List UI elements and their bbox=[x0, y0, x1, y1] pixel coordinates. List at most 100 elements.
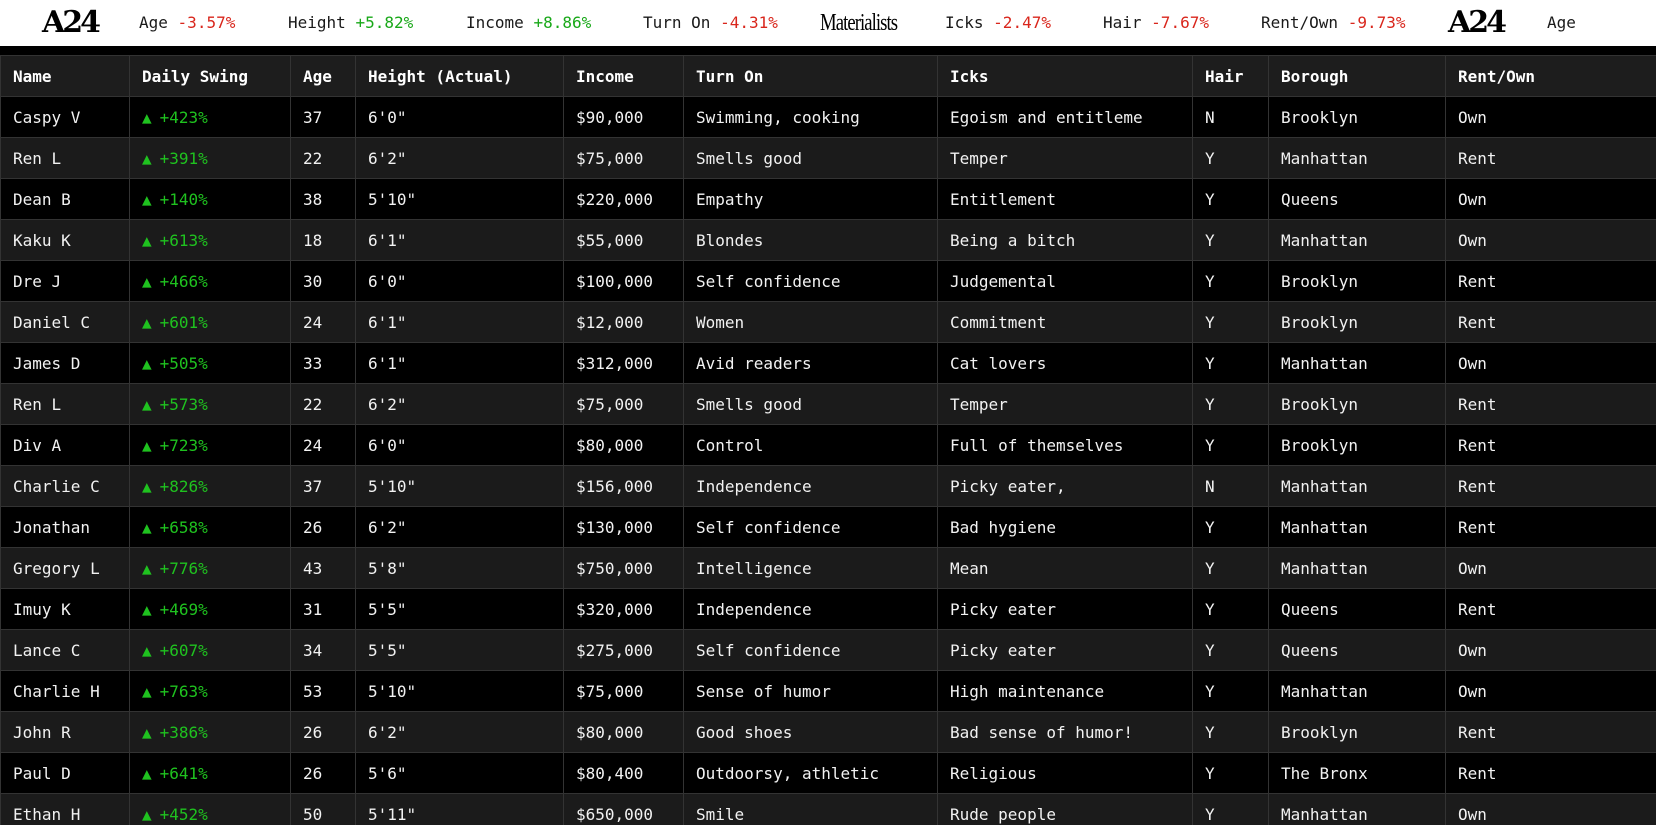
cell-name: Dean B bbox=[0, 178, 130, 220]
table-row: Ethan H ▲ +452% 50 5'11" $650,000 Smile Rude pe… bbox=[0, 793, 1656, 825]
cell-rent-own: Rent bbox=[1445, 424, 1656, 466]
cell-hair: Y bbox=[1192, 219, 1269, 261]
cell-turn-on: Independence bbox=[683, 465, 938, 507]
cell-borough: Queens bbox=[1268, 629, 1446, 671]
cell-income: $55,000 bbox=[563, 219, 684, 261]
table-row: Paul D ▲ +641% 26 5'6" $80,400 Outdoorsy, athl… bbox=[0, 752, 1656, 794]
cell-height: 6'2" bbox=[355, 383, 564, 425]
cell-icks: Temper bbox=[937, 383, 1193, 425]
cell-icks: High maintenance bbox=[937, 670, 1193, 712]
cell-height: 6'2" bbox=[355, 137, 564, 179]
cell-height: 5'5" bbox=[355, 629, 564, 671]
up-triangle-icon: ▲ bbox=[142, 599, 152, 619]
cell-daily-swing: ▲ +601% bbox=[129, 301, 291, 343]
column-header-name: Name bbox=[0, 55, 130, 97]
cell-turn-on: Sense of humor bbox=[683, 670, 938, 712]
data-table: Name Daily Swing Age Height (Actual) Income T… bbox=[0, 55, 1656, 825]
up-triangle-icon: ▲ bbox=[142, 640, 152, 660]
up-triangle-icon: ▲ bbox=[142, 476, 152, 496]
table-row: Kaku K ▲ +613% 18 6'1" $55,000 Blondes Being a … bbox=[0, 219, 1656, 261]
cell-hair: Y bbox=[1192, 588, 1269, 630]
ticker-label: Height bbox=[288, 13, 346, 32]
table-row: Gregory L ▲ +776% 43 5'8" $750,000 Intelligenc… bbox=[0, 547, 1656, 589]
cell-borough: Queens bbox=[1268, 588, 1446, 630]
table-row: John R ▲ +386% 26 6'2" $80,000 Good shoes Bad s… bbox=[0, 711, 1656, 753]
cell-daily-swing: ▲ +452% bbox=[129, 793, 291, 825]
cell-daily-swing: ▲ +423% bbox=[129, 96, 291, 138]
ticker-item-income: Income +8.86% bbox=[466, 0, 591, 46]
cell-icks: Egoism and entitleme bbox=[937, 96, 1193, 138]
cell-turn-on: Outdoorsy, athletic bbox=[683, 752, 938, 794]
swing-value: +391% bbox=[159, 148, 208, 168]
cell-icks: Judgemental bbox=[937, 260, 1193, 302]
cell-daily-swing: ▲ +776% bbox=[129, 547, 291, 589]
cell-height: 5'11" bbox=[355, 793, 564, 825]
column-header-daily-swing: Daily Swing bbox=[129, 55, 291, 97]
cell-hair: Y bbox=[1192, 506, 1269, 548]
cell-name: Caspy V bbox=[0, 96, 130, 138]
cell-turn-on: Self confidence bbox=[683, 260, 938, 302]
cell-daily-swing: ▲ +658% bbox=[129, 506, 291, 548]
cell-borough: Brooklyn bbox=[1268, 711, 1446, 753]
cell-hair: Y bbox=[1192, 178, 1269, 220]
cell-rent-own: Own bbox=[1445, 629, 1656, 671]
cell-rent-own: Own bbox=[1445, 96, 1656, 138]
cell-income: $650,000 bbox=[563, 793, 684, 825]
a24-logo: A24 bbox=[42, 5, 101, 40]
swing-value: +658% bbox=[159, 517, 208, 537]
cell-borough: Manhattan bbox=[1268, 137, 1446, 179]
cell-hair: Y bbox=[1192, 301, 1269, 343]
cell-rent-own: Rent bbox=[1445, 260, 1656, 302]
cell-icks: Temper bbox=[937, 137, 1193, 179]
cell-income: $12,000 bbox=[563, 301, 684, 343]
up-triangle-icon: ▲ bbox=[142, 189, 152, 209]
cell-name: Imuy K bbox=[0, 588, 130, 630]
cell-rent-own: Own bbox=[1445, 178, 1656, 220]
up-triangle-icon: ▲ bbox=[142, 148, 152, 168]
ticker-value: -2.47% bbox=[993, 13, 1051, 32]
cell-height: 5'10" bbox=[355, 670, 564, 712]
cell-turn-on: Self confidence bbox=[683, 629, 938, 671]
cell-borough: Manhattan bbox=[1268, 670, 1446, 712]
ticker-label: Rent/Own bbox=[1261, 13, 1339, 32]
cell-borough: Manhattan bbox=[1268, 465, 1446, 507]
cell-icks: Entitlement bbox=[937, 178, 1193, 220]
cell-daily-swing: ▲ +607% bbox=[129, 629, 291, 671]
cell-name: Jonathan bbox=[0, 506, 130, 548]
cell-height: 6'2" bbox=[355, 711, 564, 753]
cell-name: Ethan H bbox=[0, 793, 130, 825]
up-triangle-icon: ▲ bbox=[142, 763, 152, 783]
ticker-label: Age bbox=[139, 13, 168, 32]
ticker-value: +5.82% bbox=[355, 13, 414, 32]
swing-value: +505% bbox=[159, 353, 208, 373]
cell-daily-swing: ▲ +466% bbox=[129, 260, 291, 302]
cell-turn-on: Control bbox=[683, 424, 938, 466]
up-triangle-icon: ▲ bbox=[142, 722, 152, 742]
cell-height: 6'0" bbox=[355, 260, 564, 302]
cell-turn-on: Empathy bbox=[683, 178, 938, 220]
table-row: Dre J ▲ +466% 30 6'0" $100,000 Self confidence… bbox=[0, 260, 1656, 302]
cell-borough: Queens bbox=[1268, 178, 1446, 220]
cell-age: 26 bbox=[290, 506, 356, 548]
ticker-item-turn-on: Turn On -4.31% bbox=[643, 0, 778, 46]
swing-value: +601% bbox=[159, 312, 208, 332]
ticker-label: Icks bbox=[945, 13, 984, 32]
column-header-borough: Borough bbox=[1268, 55, 1446, 97]
cell-icks: Full of themselves bbox=[937, 424, 1193, 466]
column-header-height: Height (Actual) bbox=[355, 55, 564, 97]
column-header-hair: Hair bbox=[1192, 55, 1269, 97]
cell-income: $320,000 bbox=[563, 588, 684, 630]
cell-income: $75,000 bbox=[563, 670, 684, 712]
cell-name: John R bbox=[0, 711, 130, 753]
cell-turn-on: Blondes bbox=[683, 219, 938, 261]
cell-name: Charlie H bbox=[0, 670, 130, 712]
table-row: James D ▲ +505% 33 6'1" $312,000 Avid readers C… bbox=[0, 342, 1656, 384]
cell-name: Lance C bbox=[0, 629, 130, 671]
cell-icks: Rude people bbox=[937, 793, 1193, 825]
swing-value: +452% bbox=[159, 804, 208, 824]
cell-age: 34 bbox=[290, 629, 356, 671]
swing-value: +573% bbox=[159, 394, 208, 414]
cell-income: $275,000 bbox=[563, 629, 684, 671]
up-triangle-icon: ▲ bbox=[142, 517, 152, 537]
data-table-container: Name Daily Swing Age Height (Actual) Income T… bbox=[0, 55, 1656, 825]
